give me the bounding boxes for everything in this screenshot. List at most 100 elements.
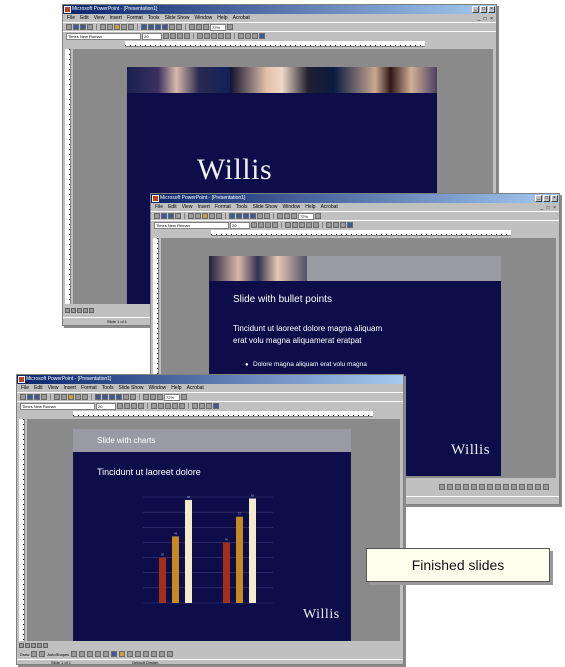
menu-format[interactable]: Format [127, 14, 143, 22]
table-icon[interactable] [236, 213, 242, 219]
font-size-select[interactable]: 20 [230, 221, 250, 229]
menu-view[interactable]: View [48, 384, 59, 392]
font-name-select[interactable]: Times New Roman [154, 221, 229, 229]
chart-icon[interactable] [155, 24, 161, 30]
3d-style-icon[interactable] [167, 651, 174, 657]
maximize-button[interactable]: □ [543, 195, 550, 202]
arrow-icon[interactable] [79, 651, 86, 657]
underline-icon[interactable] [177, 33, 183, 39]
new-icon[interactable] [154, 213, 160, 219]
new-icon[interactable] [66, 24, 72, 30]
align-left-icon[interactable] [197, 33, 203, 39]
zoom-select[interactable]: 72% [210, 23, 226, 31]
normal-view-icon[interactable] [65, 308, 70, 313]
fill-color-icon[interactable] [119, 651, 126, 657]
align-left-icon[interactable] [285, 222, 291, 228]
new-slide-icon[interactable] [250, 213, 256, 219]
menu-slide-show[interactable]: Slide Show [164, 14, 189, 22]
print-icon[interactable] [41, 394, 47, 400]
shadow-icon[interactable] [138, 403, 144, 409]
align-left-icon[interactable] [151, 403, 157, 409]
animation-icon[interactable] [206, 403, 212, 409]
line-icon[interactable] [439, 484, 445, 490]
menu-insert[interactable]: Insert [109, 14, 122, 22]
menu-acrobat[interactable]: Acrobat [321, 203, 338, 211]
show-formatting-icon[interactable] [284, 213, 290, 219]
menu-window[interactable]: Window [195, 14, 213, 22]
align-center-icon[interactable] [158, 403, 164, 409]
numbering-icon[interactable] [218, 33, 224, 39]
copy-icon[interactable] [195, 213, 201, 219]
decrease-font-icon[interactable] [333, 222, 339, 228]
minimize-button[interactable]: _ [472, 6, 479, 13]
slide-view-icon[interactable] [31, 643, 36, 648]
design-icon[interactable] [176, 24, 182, 30]
align-right-icon[interactable] [299, 222, 305, 228]
rotate-icon[interactable] [39, 651, 46, 657]
outline-view-icon[interactable] [71, 308, 76, 313]
new-slide-icon[interactable] [116, 394, 122, 400]
menu-help[interactable]: Help [217, 14, 227, 22]
menu-slide-show[interactable]: Slide Show [252, 203, 277, 211]
design-icon[interactable] [264, 213, 270, 219]
bullets-icon[interactable] [225, 33, 231, 39]
sorter-view-icon[interactable] [37, 643, 42, 648]
font-color-icon[interactable] [511, 484, 517, 490]
zoom-select[interactable]: 72% [298, 212, 314, 220]
print-icon[interactable] [175, 213, 181, 219]
menu-help[interactable]: Help [305, 203, 315, 211]
grayscale-icon[interactable] [203, 24, 209, 30]
menu-insert[interactable]: Insert [63, 384, 76, 392]
line-color-icon[interactable] [127, 651, 134, 657]
new-slide-icon[interactable] [162, 24, 168, 30]
common-tasks-icon[interactable] [347, 222, 353, 228]
redo-icon[interactable] [128, 24, 134, 30]
italic-icon[interactable] [258, 222, 264, 228]
shadow-icon[interactable] [272, 222, 278, 228]
oval-icon[interactable] [95, 651, 102, 657]
save-icon[interactable] [168, 213, 174, 219]
window-front-titlebar[interactable]: Microsoft PowerPoint - [Presentation1] [17, 375, 403, 384]
bold-icon[interactable] [163, 33, 169, 39]
menu-tools[interactable]: Tools [148, 14, 160, 22]
menu-tools[interactable]: Tools [102, 384, 114, 392]
table-icon[interactable] [148, 24, 154, 30]
cut-icon[interactable] [54, 394, 60, 400]
menu-help[interactable]: Help [171, 384, 181, 392]
layout-icon[interactable] [169, 24, 175, 30]
chart-icon[interactable] [109, 394, 115, 400]
undo-icon[interactable] [75, 394, 81, 400]
sorter-view-icon[interactable] [83, 308, 88, 313]
outline-view-icon[interactable] [25, 643, 30, 648]
bold-icon[interactable] [251, 222, 257, 228]
italic-icon[interactable] [124, 403, 130, 409]
menu-file[interactable]: File [21, 384, 29, 392]
open-icon[interactable] [73, 24, 79, 30]
hyperlink-icon[interactable] [141, 24, 147, 30]
arrow-style-icon[interactable] [535, 484, 541, 490]
copy-icon[interactable] [107, 24, 113, 30]
slideshow-icon[interactable] [43, 643, 48, 648]
line-style-icon[interactable] [143, 651, 150, 657]
zoom-select[interactable]: 72% [164, 393, 180, 401]
underline-icon[interactable] [131, 403, 137, 409]
align-center-icon[interactable] [204, 33, 210, 39]
rectangle-icon[interactable] [87, 651, 94, 657]
shadow-icon[interactable] [184, 33, 190, 39]
help-icon[interactable] [315, 213, 321, 219]
common-tasks-icon[interactable] [259, 33, 265, 39]
align-right-icon[interactable] [165, 403, 171, 409]
hyperlink-icon[interactable] [95, 394, 101, 400]
italic-icon[interactable] [170, 33, 176, 39]
redo-icon[interactable] [82, 394, 88, 400]
menu-insert[interactable]: Insert [197, 203, 210, 211]
shadow-style-icon[interactable] [159, 651, 166, 657]
normal-view-icon[interactable] [19, 643, 24, 648]
line-icon[interactable] [71, 651, 78, 657]
oval-icon[interactable] [463, 484, 469, 490]
paste-icon[interactable] [68, 394, 74, 400]
menu-file[interactable]: File [155, 203, 163, 211]
increase-font-icon[interactable] [238, 33, 244, 39]
expand-icon[interactable] [277, 213, 283, 219]
font-name-select[interactable]: Times New Roman [66, 32, 141, 40]
